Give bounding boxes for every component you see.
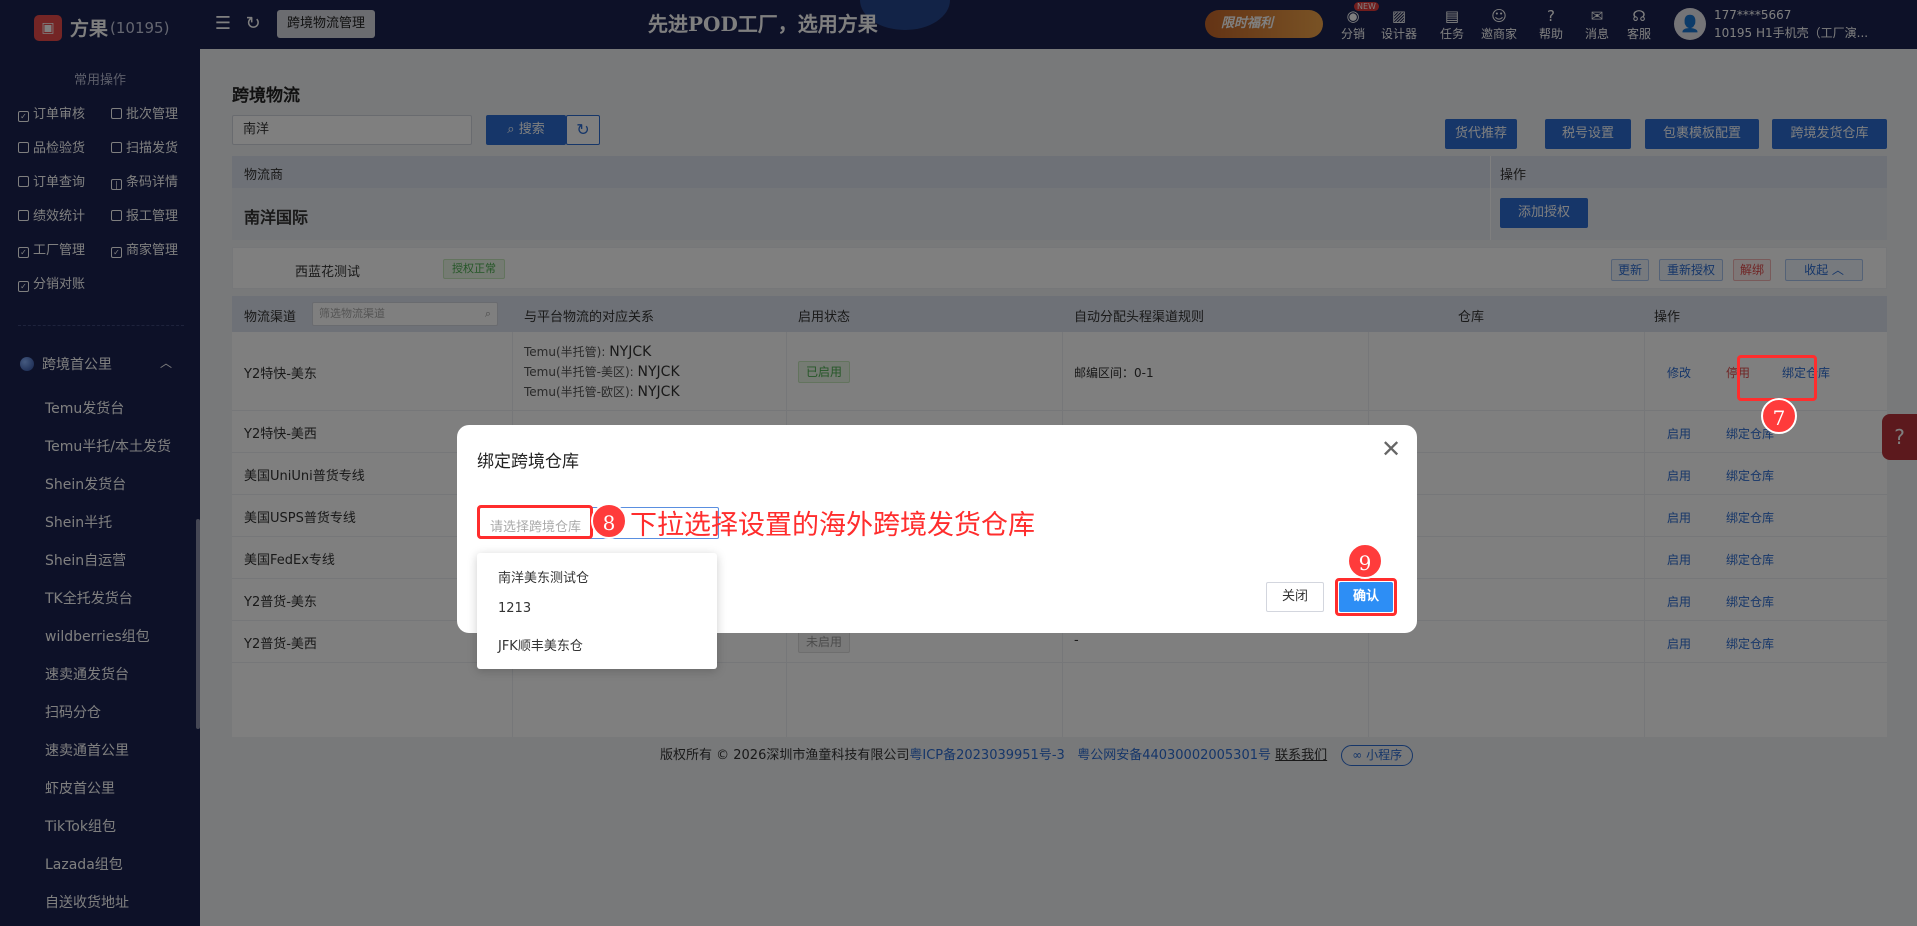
dropdown-option[interactable]: 南洋美东测试仓 [498, 567, 589, 586]
dropdown-option[interactable]: JFK顺丰美东仓 [498, 635, 583, 654]
highlight-box-select [477, 505, 593, 539]
close-icon[interactable]: ✕ [1381, 437, 1401, 461]
close-button[interactable]: 关闭 [1266, 582, 1324, 612]
dialog-title: 绑定跨境仓库 [477, 452, 579, 472]
highlight-box-bind-warehouse [1737, 355, 1817, 401]
warehouse-dropdown: 南洋美东测试仓 1213 JFK顺丰美东仓 [477, 553, 717, 669]
step-8-marker: 8 [591, 503, 627, 539]
step-7-marker: 7 [1761, 398, 1797, 434]
dropdown-option[interactable]: 1213 [498, 601, 531, 616]
confirm-button[interactable]: 确认 [1339, 582, 1393, 612]
step-9-marker: 9 [1347, 543, 1383, 579]
instruction-text: 下拉选择设置的海外跨境发货仓库 [630, 510, 1035, 541]
